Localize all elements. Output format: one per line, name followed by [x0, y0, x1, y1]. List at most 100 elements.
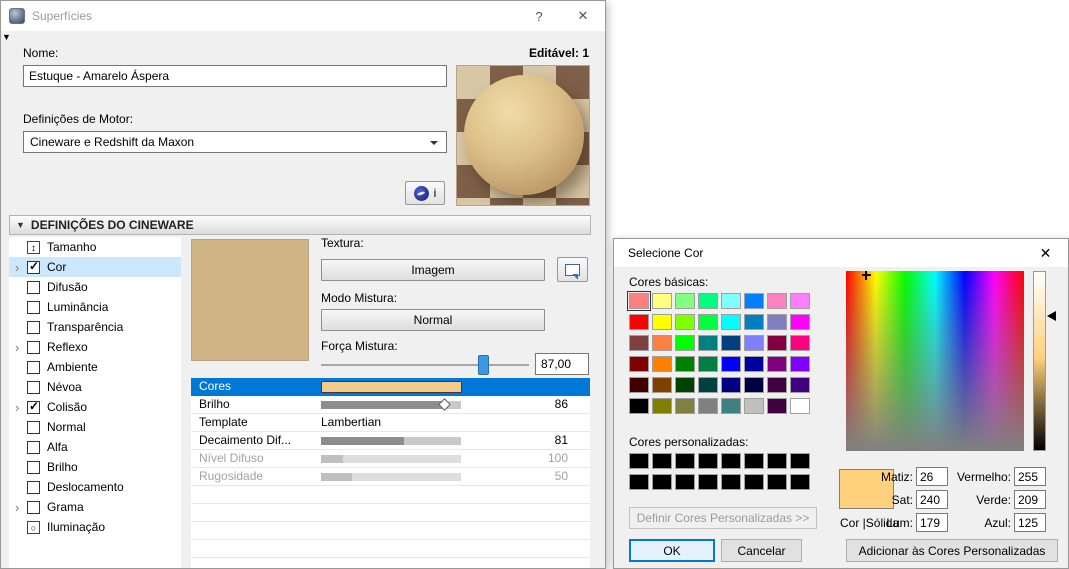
expand-chevron-icon[interactable]: › — [13, 501, 27, 514]
color-swatch[interactable] — [744, 314, 764, 330]
color-swatch[interactable] — [767, 474, 787, 490]
color-swatch[interactable] — [767, 356, 787, 372]
color-swatch[interactable] — [790, 293, 810, 309]
color-swatch[interactable] — [721, 356, 741, 372]
property-row[interactable]: Nível Difuso 100 — [191, 450, 590, 468]
color-swatch[interactable] — [698, 474, 718, 490]
color-swatch[interactable] — [721, 398, 741, 414]
color-swatch[interactable] — [675, 356, 695, 372]
color-swatch[interactable] — [767, 398, 787, 414]
channel-checkbox[interactable] — [27, 340, 40, 354]
tree-item[interactable]: Ambiente — [9, 357, 181, 377]
color-swatch[interactable] — [721, 314, 741, 330]
color-swatch[interactable] — [698, 398, 718, 414]
channel-checkbox[interactable] — [27, 360, 40, 374]
panel-collapse-icon[interactable]: ▼ — [2, 32, 11, 42]
color-swatch[interactable] — [698, 453, 718, 469]
color-swatch[interactable] — [652, 474, 672, 490]
slider-track[interactable] — [321, 473, 461, 481]
field-input[interactable] — [916, 490, 948, 509]
field-input[interactable] — [916, 513, 948, 532]
texture-image-button[interactable]: Imagem — [321, 259, 545, 281]
color-swatch[interactable] — [721, 377, 741, 393]
texture-preview[interactable] — [191, 239, 309, 361]
close-icon[interactable]: ✕ — [561, 1, 605, 31]
channel-checkbox[interactable] — [27, 280, 40, 294]
color-swatch[interactable] — [767, 293, 787, 309]
color-swatch[interactable] — [652, 293, 672, 309]
channel-checkbox[interactable] — [27, 480, 40, 494]
field-input[interactable] — [1014, 513, 1046, 532]
color-swatch[interactable] — [675, 293, 695, 309]
color-swatch[interactable] — [627, 291, 651, 311]
color-swatch[interactable] — [790, 335, 810, 351]
color-swatch[interactable] — [629, 335, 649, 351]
cineware-section-header[interactable]: ▼ DEFINIÇÕES DO CINEWARE — [9, 215, 591, 235]
color-swatch[interactable] — [652, 377, 672, 393]
luminance-arrow-icon[interactable] — [1047, 311, 1056, 321]
ok-button[interactable]: OK — [629, 539, 715, 562]
engine-select[interactable]: Cineware e Redshift da Maxon — [23, 131, 447, 153]
channel-checkbox[interactable] — [27, 259, 40, 274]
color-swatch[interactable] — [767, 314, 787, 330]
color-swatch[interactable] — [721, 293, 741, 309]
color-swatch[interactable] — [744, 398, 764, 414]
color-swatch[interactable] — [652, 314, 672, 330]
color-swatch[interactable] — [721, 474, 741, 490]
color-swatch[interactable] — [629, 474, 649, 490]
color-swatch[interactable] — [744, 474, 764, 490]
property-color-swatch[interactable] — [321, 381, 462, 393]
color-swatch[interactable] — [698, 377, 718, 393]
color-swatch[interactable] — [652, 335, 672, 351]
add-to-custom-colors-button[interactable]: Adicionar às Cores Personalizadas — [846, 539, 1058, 562]
tree-item[interactable]: Difusão — [9, 277, 181, 297]
color-swatch[interactable] — [721, 335, 741, 351]
channel-checkbox[interactable] — [27, 460, 40, 474]
color-swatch[interactable] — [767, 377, 787, 393]
blend-strength-slider[interactable] — [321, 355, 529, 375]
color-swatch[interactable] — [767, 453, 787, 469]
property-row[interactable]: Cores — [191, 378, 590, 396]
color-swatch[interactable] — [652, 453, 672, 469]
color-swatch[interactable] — [698, 293, 718, 309]
property-row[interactable]: Decaimento Dif... 81 — [191, 432, 590, 450]
tree-item[interactable]: Normal — [9, 417, 181, 437]
cancel-button[interactable]: Cancelar — [721, 539, 802, 562]
color-swatch[interactable] — [721, 453, 741, 469]
color-swatch[interactable] — [790, 356, 810, 372]
blend-mode-button[interactable]: Normal — [321, 309, 545, 331]
color-swatch[interactable] — [790, 398, 810, 414]
field-input[interactable] — [916, 467, 948, 486]
color-swatch[interactable] — [675, 314, 695, 330]
cineware-info-button[interactable]: i — [405, 181, 445, 205]
color-swatch[interactable] — [675, 335, 695, 351]
color-swatch[interactable] — [675, 377, 695, 393]
channel-checkbox[interactable] — [27, 399, 40, 414]
tree-item[interactable]: › Colisão — [9, 397, 181, 417]
color-swatch[interactable] — [744, 335, 764, 351]
surfaces-titlebar[interactable]: Superfícies ? ✕ — [1, 1, 605, 31]
tree-item[interactable]: › Grama — [9, 497, 181, 517]
color-swatch[interactable] — [629, 356, 649, 372]
tree-item[interactable]: Alfa — [9, 437, 181, 457]
color-swatch[interactable] — [744, 293, 764, 309]
field-input[interactable] — [1014, 467, 1046, 486]
property-row[interactable]: Template Lambertian — [191, 414, 590, 432]
color-swatch[interactable] — [790, 377, 810, 393]
tree-item[interactable]: Iluminação — [9, 517, 181, 537]
close-icon[interactable]: ✕ — [1023, 239, 1068, 267]
color-swatch[interactable] — [652, 356, 672, 372]
expand-chevron-icon[interactable]: › — [13, 261, 27, 274]
color-swatch[interactable] — [675, 474, 695, 490]
slider-track[interactable] — [321, 437, 461, 445]
color-swatch[interactable] — [744, 453, 764, 469]
property-row[interactable]: Brilho 86 — [191, 396, 590, 414]
color-swatch[interactable] — [698, 356, 718, 372]
color-swatch[interactable] — [629, 398, 649, 414]
color-dialog-titlebar[interactable]: Selecione Cor ✕ — [614, 239, 1068, 267]
expand-chevron-icon[interactable]: › — [13, 341, 27, 354]
color-swatch[interactable] — [744, 377, 764, 393]
slider-track[interactable] — [321, 455, 461, 463]
tree-item[interactable]: Deslocamento — [9, 477, 181, 497]
color-swatch[interactable] — [675, 453, 695, 469]
